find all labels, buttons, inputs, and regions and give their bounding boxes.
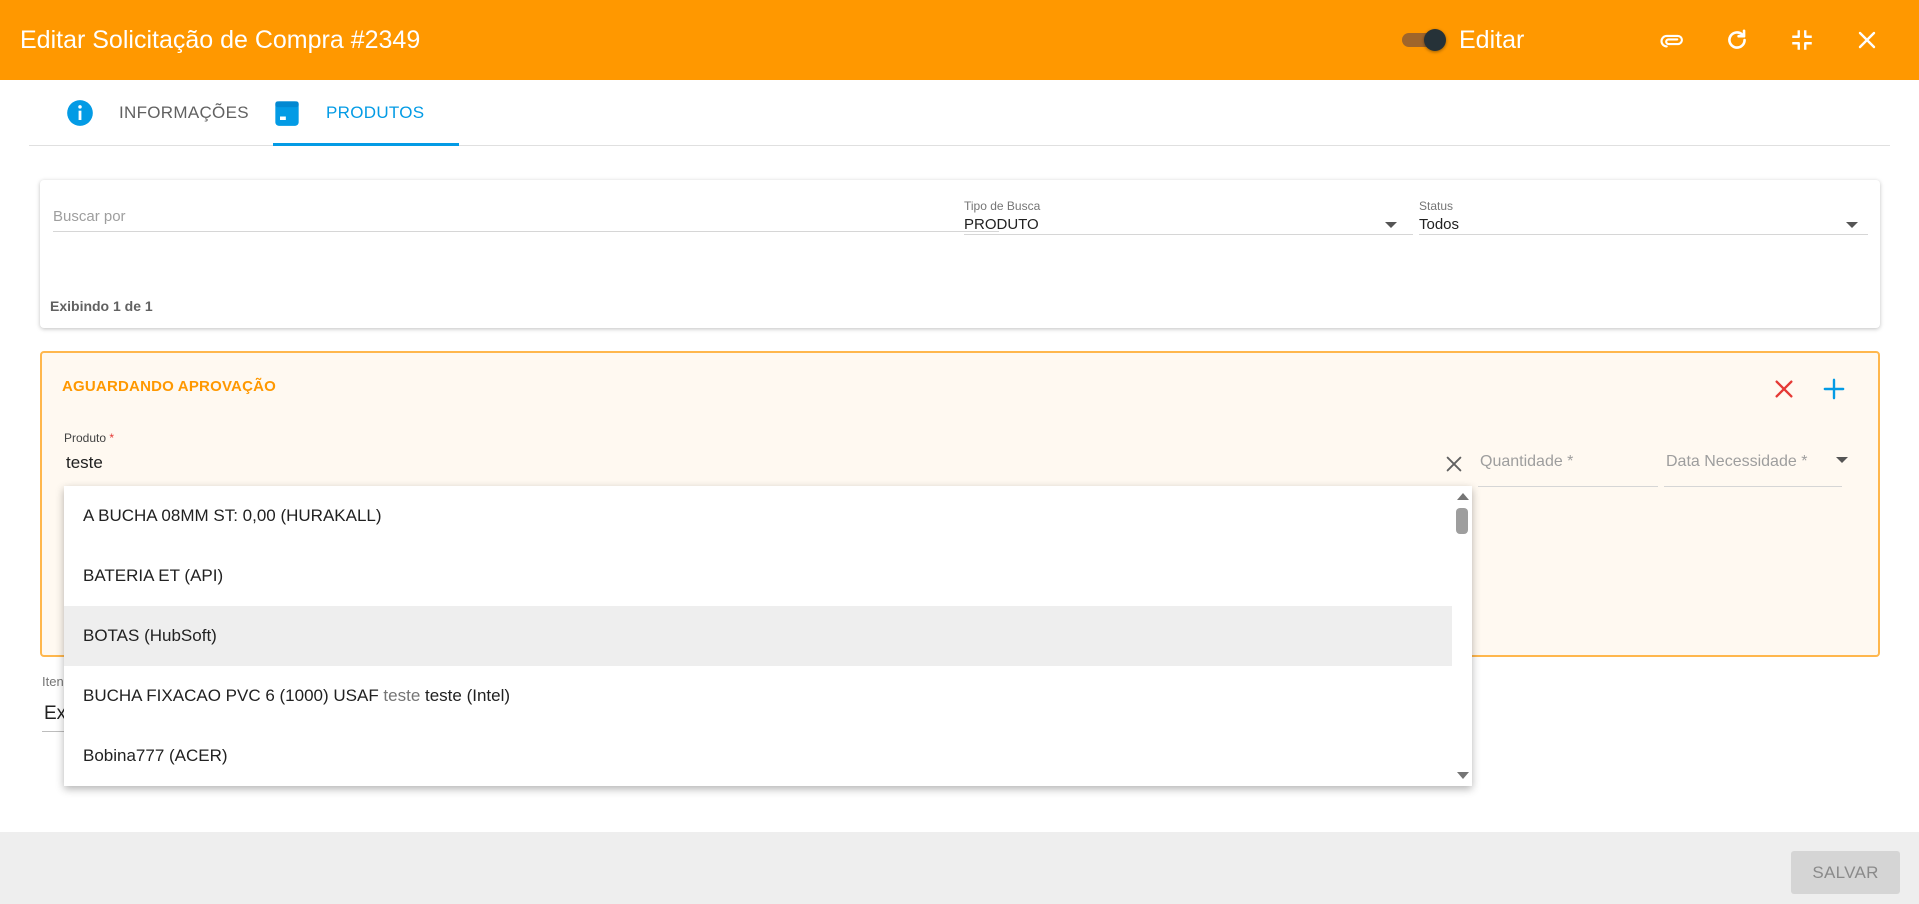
status-label: Status bbox=[1419, 199, 1454, 213]
tipo-busca-underline bbox=[964, 234, 1413, 235]
status-select[interactable]: Status Todos bbox=[1419, 199, 1868, 235]
edit-toggle-label: Editar bbox=[1459, 26, 1525, 54]
itens-value[interactable]: Ex bbox=[44, 703, 66, 725]
dialog-title: Editar Solicitação de Compra #2349 bbox=[20, 26, 421, 54]
dialog-footer: SALVAR bbox=[0, 832, 1919, 904]
match-highlight: teste bbox=[383, 686, 421, 705]
search-field[interactable]: Buscar por bbox=[53, 202, 999, 232]
shopping-bag-icon bbox=[272, 98, 302, 128]
tipo-busca-label: Tipo de Busca bbox=[964, 199, 1041, 213]
clear-icon[interactable] bbox=[1443, 453, 1467, 477]
remove-product-button[interactable] bbox=[1768, 373, 1800, 405]
chevron-down-icon bbox=[1385, 222, 1397, 228]
edit-purchase-request-dialog: Editar Solicitação de Compra #2349 Edita… bbox=[0, 0, 1919, 904]
required-mark: * bbox=[109, 431, 115, 445]
list-item-highlighted[interactable]: BOTAS (HubSoft) bbox=[64, 606, 1452, 666]
scroll-down-arrow-icon[interactable] bbox=[1457, 772, 1469, 779]
tipo-busca-select[interactable]: Tipo de Busca PRODUTO bbox=[964, 199, 1413, 235]
quantidade-underline bbox=[1478, 486, 1658, 487]
dialog-header: Editar Solicitação de Compra #2349 Edita… bbox=[0, 0, 1919, 80]
info-icon bbox=[65, 98, 95, 128]
refresh-icon[interactable] bbox=[1721, 24, 1753, 56]
quantidade-placeholder: Quantidade * bbox=[1480, 453, 1574, 470]
tab-informacoes[interactable]: INFORMAÇÕES bbox=[65, 80, 249, 146]
chevron-down-icon bbox=[1836, 457, 1848, 463]
scroll-thumb[interactable] bbox=[1456, 508, 1468, 534]
produto-input-value[interactable]: teste bbox=[66, 453, 103, 473]
close-icon[interactable] bbox=[1851, 24, 1883, 56]
tipo-busca-value: PRODUTO bbox=[964, 216, 1039, 233]
tab-produtos[interactable]: PRODUTOS bbox=[272, 80, 424, 146]
collapse-icon[interactable] bbox=[1786, 24, 1818, 56]
search-placeholder: Buscar por bbox=[53, 208, 126, 225]
edit-toggle[interactable] bbox=[1402, 29, 1448, 51]
status-value: Todos bbox=[1419, 216, 1460, 233]
produto-autocomplete[interactable]: Produto * teste bbox=[64, 431, 1471, 488]
chevron-down-icon bbox=[1846, 222, 1858, 228]
search-card: Buscar por Tipo de Busca PRODUTO Status … bbox=[40, 180, 1880, 328]
produto-label: Produto * bbox=[64, 431, 115, 445]
attachment-icon[interactable] bbox=[1656, 24, 1688, 56]
tab-bar: INFORMAÇÕES PRODUTOS bbox=[29, 80, 1890, 146]
produto-suggestions-dropdown: A BUCHA 08MM ST: 0,00 (HURAKALL) BATERIA… bbox=[64, 486, 1472, 786]
scroll-up-arrow-icon[interactable] bbox=[1457, 493, 1469, 500]
result-count: Exibindo 1 de 1 bbox=[50, 298, 153, 314]
toggle-knob bbox=[1424, 29, 1446, 51]
list-item[interactable]: BUCHA FIXACAO PVC 6 (1000) USAF teste te… bbox=[64, 666, 1452, 726]
search-underline bbox=[53, 231, 999, 232]
list-item[interactable]: BATERIA ET (API) bbox=[64, 546, 1452, 606]
data-necessidade-placeholder: Data Necessidade * bbox=[1666, 453, 1808, 470]
add-product-button[interactable] bbox=[1818, 373, 1850, 405]
quantidade-field[interactable]: Quantidade * bbox=[1478, 431, 1658, 487]
save-button[interactable]: SALVAR bbox=[1791, 851, 1900, 894]
dropdown-scrollbar[interactable] bbox=[1452, 486, 1472, 786]
status-underline bbox=[1419, 234, 1868, 235]
list-item[interactable]: A BUCHA 08MM ST: 0,00 (HURAKALL) bbox=[64, 486, 1452, 546]
active-tab-indicator bbox=[273, 143, 459, 146]
list-item[interactable]: Bobina777 (ACER) bbox=[64, 726, 1452, 786]
status-badge: AGUARDANDO APROVAÇÃO bbox=[62, 378, 276, 395]
data-necessidade-underline bbox=[1664, 486, 1842, 487]
data-necessidade-field[interactable]: Data Necessidade * bbox=[1664, 431, 1848, 487]
tab-informacoes-label: INFORMAÇÕES bbox=[119, 103, 249, 122]
itens-label: Iten bbox=[42, 674, 64, 689]
tab-produtos-label: PRODUTOS bbox=[326, 103, 425, 122]
